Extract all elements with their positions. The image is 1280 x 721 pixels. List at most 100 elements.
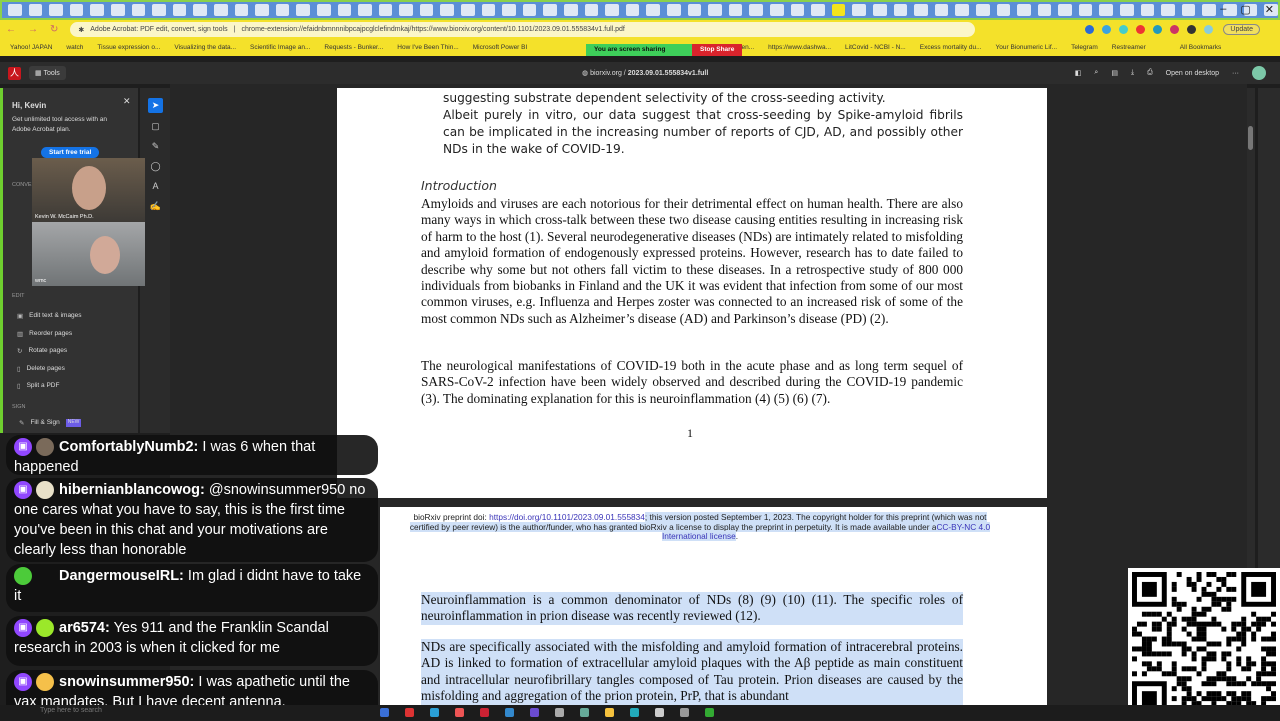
taskbar-app-icon[interactable] xyxy=(655,708,664,717)
bookmark-item[interactable]: How I've Been Thin... xyxy=(397,44,458,51)
browser-tab[interactable] xyxy=(831,4,846,16)
browser-tab[interactable] xyxy=(337,4,352,16)
browser-tab[interactable] xyxy=(213,4,228,16)
taskbar-app-icon[interactable] xyxy=(455,708,464,717)
browser-tab[interactable] xyxy=(605,4,619,16)
taskbar-app-icon[interactable] xyxy=(680,708,689,717)
bookmark-item[interactable]: Microsoft Power BI xyxy=(473,44,528,51)
browser-tab[interactable] xyxy=(1017,4,1031,16)
browser-tab[interactable] xyxy=(584,4,599,16)
highlight-pen-icon[interactable]: ✎ xyxy=(148,139,163,154)
minimize-icon[interactable]: – xyxy=(1220,3,1226,16)
avatar[interactable] xyxy=(1252,66,1266,80)
bookmark-item[interactable]: Requests - Bunker... xyxy=(324,44,383,51)
browser-tab[interactable] xyxy=(8,4,22,16)
bookmark-item[interactable]: Yahoo! JAPAN xyxy=(10,44,52,51)
browser-tab[interactable] xyxy=(543,4,558,16)
browser-tab[interactable] xyxy=(934,4,949,16)
close-icon[interactable]: ✕ xyxy=(123,96,131,107)
browser-tab[interactable] xyxy=(790,4,805,16)
puzzle-icon[interactable] xyxy=(1187,25,1197,34)
bookmark-item[interactable]: Visualizing the data... xyxy=(174,44,236,51)
back-icon[interactable]: ← xyxy=(6,24,16,35)
browser-tab[interactable] xyxy=(440,4,455,16)
browser-tab[interactable] xyxy=(1099,4,1114,16)
browser-tab[interactable] xyxy=(378,4,393,16)
browser-tab[interactable] xyxy=(481,4,496,16)
browser-tab[interactable] xyxy=(172,4,187,16)
start-free-trial-button[interactable]: Start free trial xyxy=(41,147,100,158)
taskbar-search[interactable]: Type here to search xyxy=(40,707,102,714)
browser-tab[interactable] xyxy=(90,4,104,16)
taskbar-app-icon[interactable] xyxy=(605,708,614,717)
extension-icon[interactable] xyxy=(1102,25,1112,34)
text-box-icon[interactable]: A xyxy=(148,179,163,194)
bookmark-item[interactable]: Restreamer xyxy=(1112,44,1146,51)
taskbar-app-icon[interactable] xyxy=(405,708,414,717)
browser-tab[interactable] xyxy=(564,4,578,16)
stop-share-button[interactable]: Stop Share xyxy=(692,44,743,56)
browser-tab[interactable] xyxy=(1161,4,1175,16)
browser-tab-bar[interactable] xyxy=(0,0,1280,20)
signature-icon[interactable]: ✍ xyxy=(148,199,163,214)
delete-pages-item[interactable]: ▯ Delete pages xyxy=(17,365,65,373)
fill-sign-item[interactable]: ✎ Fill & Sign NEW xyxy=(19,419,82,427)
browser-tab[interactable] xyxy=(110,4,125,16)
bookmark-item[interactable]: LitCovid - NCBI - N... xyxy=(845,44,906,51)
download-icon[interactable]: ⤓ xyxy=(1131,69,1134,77)
browser-tab[interactable] xyxy=(399,4,413,16)
taskbar-app-icon[interactable] xyxy=(555,708,564,717)
browser-tab[interactable] xyxy=(275,4,290,16)
close-icon[interactable]: ✕ xyxy=(1265,3,1274,16)
maximize-icon[interactable]: ▢ xyxy=(1240,3,1250,16)
browser-tab[interactable] xyxy=(872,4,887,16)
profile-icon[interactable] xyxy=(1204,25,1214,34)
split-pdf-item[interactable]: ▯ Split a PDF xyxy=(17,382,59,390)
print-icon[interactable]: ⎙ xyxy=(1147,69,1153,77)
browser-tab[interactable] xyxy=(1181,4,1196,16)
reload-icon[interactable]: ↻ xyxy=(50,24,58,35)
page-view-icon[interactable]: ◧ xyxy=(1075,69,1082,77)
scrollbar-thumb[interactable] xyxy=(1248,126,1253,150)
taskbar-app-icon[interactable] xyxy=(505,708,514,717)
browser-tab[interactable] xyxy=(728,4,743,16)
browser-tab[interactable] xyxy=(1120,4,1134,16)
add-comment-icon[interactable]: ▢ xyxy=(148,119,163,134)
browser-tab[interactable] xyxy=(502,4,516,16)
browser-tab[interactable] xyxy=(811,4,825,16)
browser-tab[interactable] xyxy=(667,4,681,16)
browser-tab[interactable] xyxy=(193,4,207,16)
browser-tab[interactable] xyxy=(975,4,990,16)
browser-tab[interactable] xyxy=(234,4,249,16)
browser-tab[interactable] xyxy=(646,4,660,16)
browser-tab[interactable] xyxy=(1037,4,1052,16)
update-button[interactable]: Update xyxy=(1223,24,1260,35)
bookmark-item[interactable]: Tissue expression o... xyxy=(97,44,160,51)
reorder-pages-item[interactable]: ▥ Reorder pages xyxy=(17,330,72,338)
browser-tab[interactable] xyxy=(749,4,763,16)
select-cursor-icon[interactable]: ➤ xyxy=(148,98,163,113)
browser-tab[interactable] xyxy=(296,4,310,16)
bookmark-item[interactable]: Excess mortality du... xyxy=(920,44,982,51)
browser-tab[interactable] xyxy=(1140,4,1155,16)
browser-tab[interactable] xyxy=(687,4,702,16)
browser-tab[interactable] xyxy=(769,4,784,16)
extension-icon[interactable] xyxy=(1136,25,1146,34)
window-controls[interactable]: – ▢ ✕ xyxy=(1220,3,1274,16)
bookmark-item[interactable]: watch xyxy=(66,44,83,51)
browser-tab[interactable] xyxy=(152,4,166,16)
doi-link[interactable]: https://doi.org/10.1101/2023.09.01.55583… xyxy=(489,512,645,522)
taskbar-app-icon[interactable] xyxy=(630,708,639,717)
bookmark-item[interactable]: All Bookmarks xyxy=(1180,44,1222,51)
browser-tab[interactable] xyxy=(1058,4,1072,16)
address-input[interactable]: ✱ Adobe Acrobat: PDF edit, convert, sign… xyxy=(70,22,976,37)
browser-tab[interactable] xyxy=(69,4,84,16)
taskbar-app-icon[interactable] xyxy=(530,708,539,717)
extension-icon[interactable] xyxy=(1085,25,1095,34)
browser-tab[interactable] xyxy=(419,4,434,16)
rotate-pages-item[interactable]: ↻ Rotate pages xyxy=(17,347,67,355)
open-on-desktop-button[interactable]: Open on desktop xyxy=(1166,70,1219,77)
tools-button[interactable]: ▦ Tools xyxy=(29,66,66,80)
browser-tab[interactable] xyxy=(625,4,640,16)
bookmark-item[interactable]: https://www.dashwa... xyxy=(768,44,831,51)
